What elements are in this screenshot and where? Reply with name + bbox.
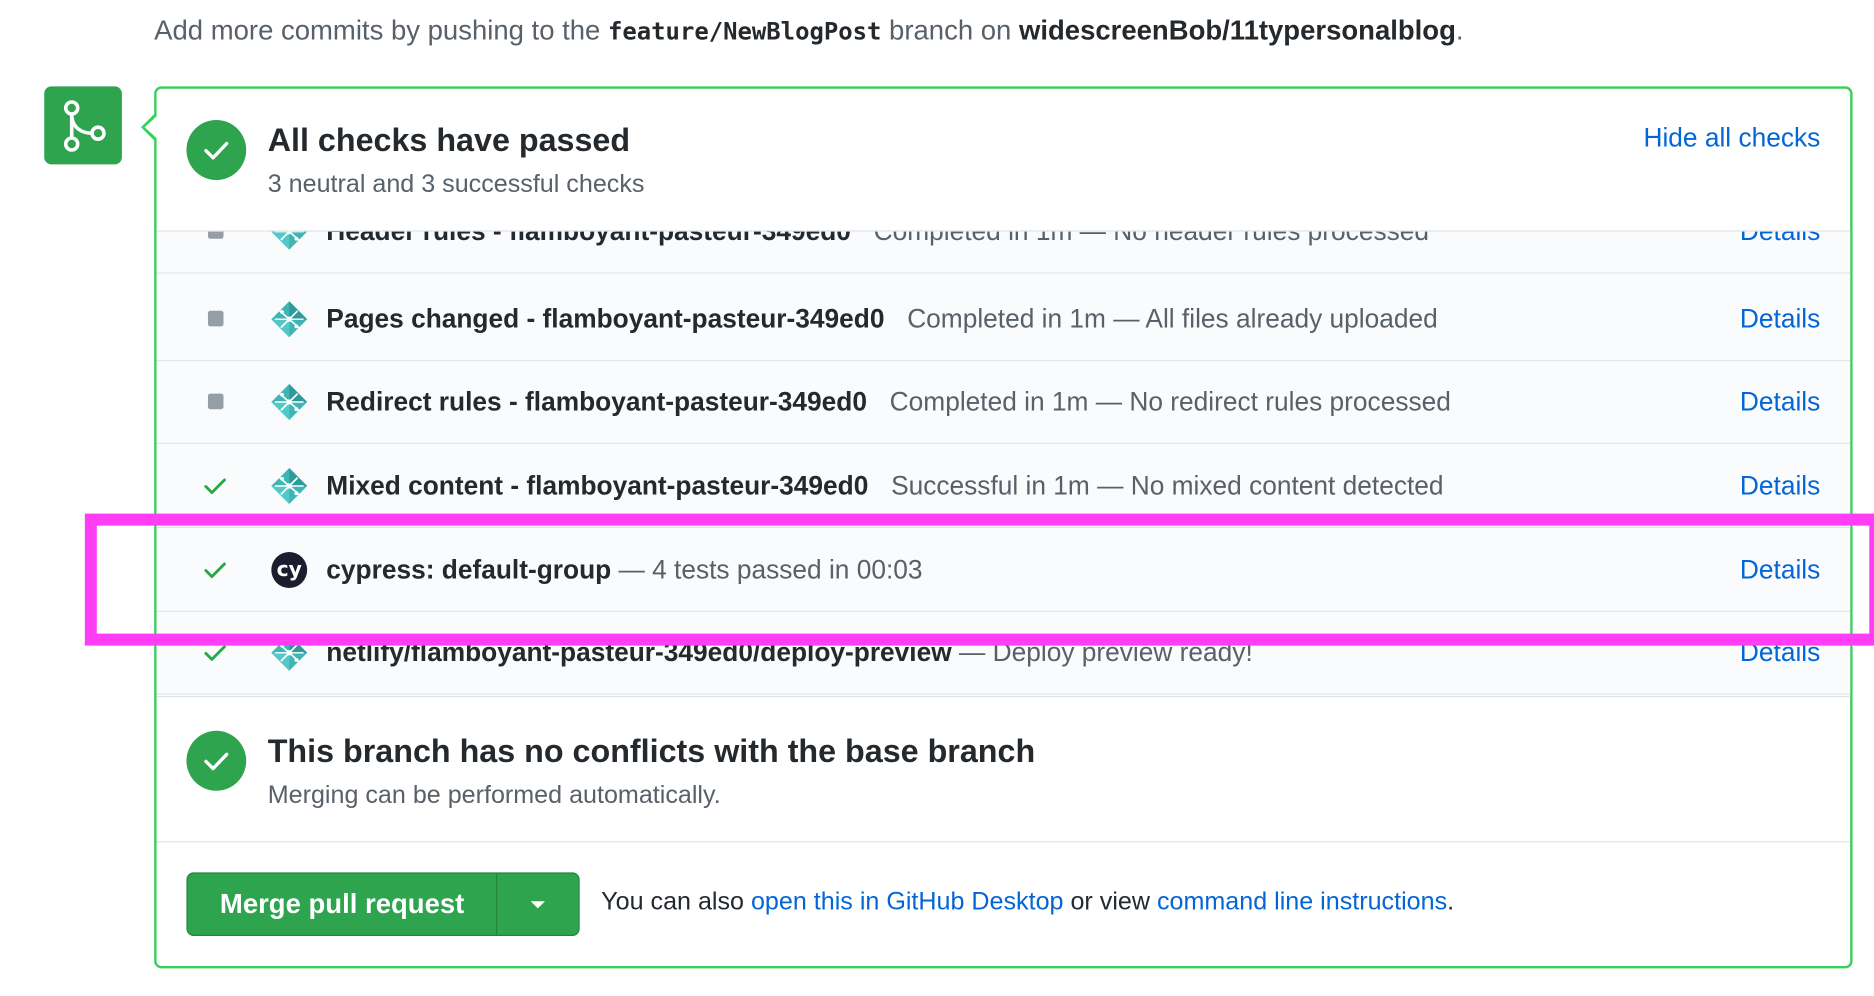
also-suffix: . [1447, 888, 1455, 916]
intro-prefix: Add more commits by pushing to the [154, 14, 608, 46]
check-separator: — [951, 636, 993, 667]
check-name: netlify/flamboyant-pasteur-349ed0/deploy… [326, 636, 952, 667]
conflicts-subtitle: Merging can be performed automatically. [267, 781, 721, 809]
check-name: Mixed content - flamboyant-pasteur-349ed… [326, 469, 869, 500]
checks-title: All checks have passed [267, 122, 631, 159]
check-name: Pages changed - flamboyant-pasteur-349ed… [326, 303, 885, 333]
check-row: Mixed content - flamboyant-pasteur-349ed… [156, 444, 1851, 528]
check-row: Pages changed - flamboyant-pasteur-349ed… [156, 277, 1851, 362]
neutral-status-icon [201, 231, 230, 246]
pull-request-merge-section: Add more commits by pushing to the featu… [0, 0, 1874, 996]
check-description: Completed in 1m — All files already uplo… [907, 303, 1438, 333]
checks-list[interactable]: Header rules - flamboyant-pasteur-349ed0… [156, 230, 1851, 698]
details-link[interactable]: Details [1740, 232, 1820, 247]
also-prefix: You can also [601, 888, 751, 916]
success-status-icon [201, 555, 230, 584]
also-middle: or view [1063, 888, 1157, 916]
netlify-icon [269, 298, 310, 339]
details-link[interactable]: Details [1740, 470, 1820, 501]
no-conflicts-section: This branch has no conflicts with the ba… [156, 695, 1851, 843]
checks-subtitle: 3 neutral and 3 successful checks [267, 170, 645, 199]
check-text: Redirect rules - flamboyant-pasteur-349e… [326, 386, 1451, 417]
hide-all-checks-link[interactable]: Hide all checks [1643, 122, 1820, 153]
success-check-icon [186, 730, 247, 791]
check-text: Pages changed - flamboyant-pasteur-349ed… [326, 303, 1437, 334]
check-row: Header rules - flamboyant-pasteur-349ed0… [156, 230, 1851, 274]
success-check-icon [186, 120, 247, 180]
repo-name: widescreenBob/11typersonalblog [1018, 14, 1456, 46]
caret-down-icon [531, 900, 546, 908]
neutral-status-icon [201, 387, 230, 416]
merge-pull-request-button[interactable]: Merge pull request [188, 874, 497, 935]
conflicts-title: This branch has no conflicts with the ba… [267, 733, 1036, 770]
check-description: Completed in 1m — No redirect rules proc… [889, 385, 1451, 416]
intro-middle: branch on [881, 14, 1019, 46]
cypress-logo-text: cy [271, 551, 308, 588]
success-status-icon [201, 471, 230, 500]
push-instructions: Add more commits by pushing to the featu… [154, 14, 1463, 46]
details-link[interactable]: Details [1740, 386, 1820, 417]
details-link[interactable]: Details [1740, 637, 1820, 668]
branch-name: feature/NewBlogPost [607, 16, 882, 46]
netlify-icon [269, 632, 310, 673]
panel-pointer-fill [144, 116, 157, 138]
check-text: netlify/flamboyant-pasteur-349ed0/deploy… [326, 637, 1252, 668]
netlify-icon [269, 465, 310, 506]
checks-summary: All checks have passed 3 neutral and 3 s… [157, 89, 1851, 231]
check-separator: — [611, 553, 653, 584]
success-status-icon [201, 638, 230, 667]
check-text: Header rules - flamboyant-pasteur-349ed0… [326, 230, 1430, 247]
check-name: cypress: default-group [326, 553, 612, 584]
merge-status-panel: All checks have passed 3 neutral and 3 s… [154, 86, 1853, 969]
details-link[interactable]: Details [1740, 554, 1820, 585]
merge-options-dropdown[interactable] [496, 873, 579, 935]
check-description: Successful in 1m — No mixed content dete… [891, 469, 1444, 500]
check-description: 4 tests passed in 00:03 [652, 553, 923, 584]
check-text: cypress: default-group — 4 tests passed … [326, 554, 922, 585]
check-description: Deploy preview ready! [992, 636, 1253, 667]
open-github-desktop-link[interactable]: open this in GitHub Desktop [751, 888, 1064, 916]
alternative-merge-text: You can also open this in GitHub Desktop… [601, 888, 1454, 917]
merge-actions: Merge pull request You can also open thi… [157, 842, 1851, 966]
intro-suffix: . [1455, 14, 1464, 46]
netlify-icon [269, 381, 310, 422]
merge-button-group: Merge pull request [186, 872, 581, 937]
neutral-status-icon [201, 304, 230, 333]
check-row: cy cypress: default-group — 4 tests passe… [156, 528, 1851, 612]
check-name: Header rules - flamboyant-pasteur-349ed0 [326, 230, 851, 246]
check-row: netlify/flamboyant-pasteur-349ed0/deploy… [156, 611, 1851, 695]
check-text: Mixed content - flamboyant-pasteur-349ed… [326, 470, 1443, 501]
command-line-instructions-link[interactable]: command line instructions [1157, 888, 1447, 916]
check-description: Completed in 1m — No header rules proces… [873, 230, 1430, 246]
check-name: Redirect rules - flamboyant-pasteur-349e… [326, 385, 867, 416]
check-row: Redirect rules - flamboyant-pasteur-349e… [156, 360, 1851, 445]
details-link[interactable]: Details [1740, 303, 1820, 334]
git-merge-icon [44, 86, 122, 165]
netlify-icon [269, 231, 310, 252]
cypress-icon: cy [269, 549, 310, 590]
